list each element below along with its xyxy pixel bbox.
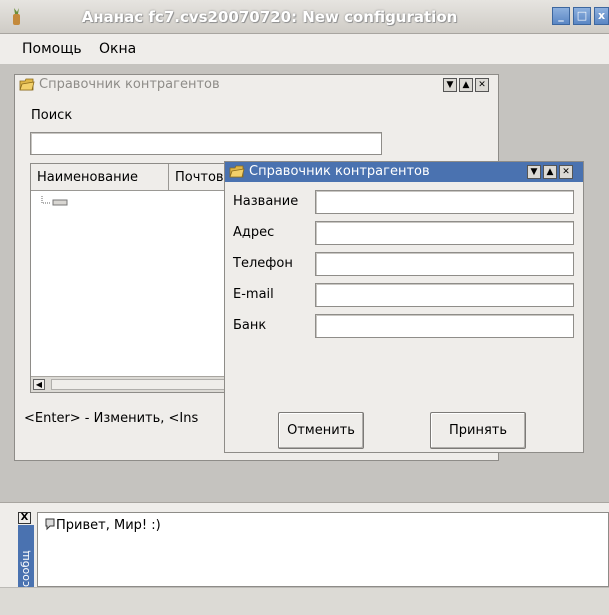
close-icon[interactable]: ✕ — [475, 78, 489, 92]
contractor-dialog: Справочник контрагентов ▼ ▲ ✕ Название А… — [224, 161, 584, 453]
messages-tab[interactable]: сообщ — [18, 525, 34, 587]
tree-node-icon[interactable] — [41, 196, 81, 208]
bank-field[interactable] — [315, 314, 574, 338]
contractors-window-titlebar[interactable]: Справочник контрагентов ▼ ▲ ✕ — [15, 75, 498, 95]
column-header-name[interactable]: Наименование — [31, 164, 169, 191]
message-text: Привет, Мир! :) — [56, 518, 161, 533]
maximize-icon[interactable]: ▲ — [543, 165, 557, 179]
scroll-thumb[interactable] — [51, 379, 227, 390]
window-menu-icon[interactable]: ▼ — [443, 78, 457, 92]
dock-close-icon[interactable]: X — [18, 512, 31, 524]
horizontal-scrollbar[interactable]: ◀ — [31, 376, 229, 392]
maximize-button[interactable]: □ — [573, 7, 591, 25]
field-label-email: E-mail — [233, 287, 274, 302]
search-label: Поиск — [31, 108, 73, 123]
dialog-title: Справочник контрагентов — [249, 164, 430, 179]
field-label-phone: Телефон — [233, 256, 293, 271]
messages-panel: Привет, Мир! :) — [37, 512, 609, 587]
folder-icon — [19, 78, 35, 91]
email-field[interactable] — [315, 283, 574, 307]
maximize-icon[interactable]: ▲ — [459, 78, 473, 92]
menu-bar: Помощь Окна — [0, 34, 609, 64]
cancel-button[interactable]: Отменить — [278, 412, 364, 449]
menu-windows[interactable]: Окна — [99, 41, 136, 57]
contractors-tree[interactable]: Наименование Почтов ◀ — [30, 163, 231, 393]
close-icon[interactable]: ✕ — [559, 165, 573, 179]
scroll-left-icon[interactable]: ◀ — [33, 379, 45, 390]
window-titlebar: Ананас fc7.cvs20070720: New configuratio… — [0, 0, 609, 34]
dialog-titlebar[interactable]: Справочник контрагентов ▼ ▲ ✕ — [225, 162, 583, 182]
minimize-button[interactable]: _ — [552, 7, 570, 25]
close-button[interactable]: x — [594, 7, 609, 25]
accept-button[interactable]: Принять — [430, 412, 526, 449]
address-field[interactable] — [315, 221, 574, 245]
field-label-name: Название — [233, 194, 299, 209]
field-label-bank: Банк — [233, 318, 267, 333]
search-input[interactable] — [30, 132, 382, 155]
name-field[interactable] — [315, 190, 574, 214]
window-title: Ананас fc7.cvs20070720: New configuratio… — [81, 8, 458, 26]
contractors-window-title: Справочник контрагентов — [39, 77, 220, 92]
column-header-postal[interactable]: Почтов — [169, 164, 231, 191]
field-label-address: Адрес — [233, 225, 275, 240]
menu-help[interactable]: Помощь — [22, 41, 82, 57]
phone-field[interactable] — [315, 252, 574, 276]
window-menu-icon[interactable]: ▼ — [527, 165, 541, 179]
keyboard-hint: <Enter> - Изменить, <Ins — [24, 411, 199, 426]
info-icon — [45, 518, 55, 531]
folder-icon — [229, 165, 245, 178]
status-bar — [0, 587, 609, 615]
